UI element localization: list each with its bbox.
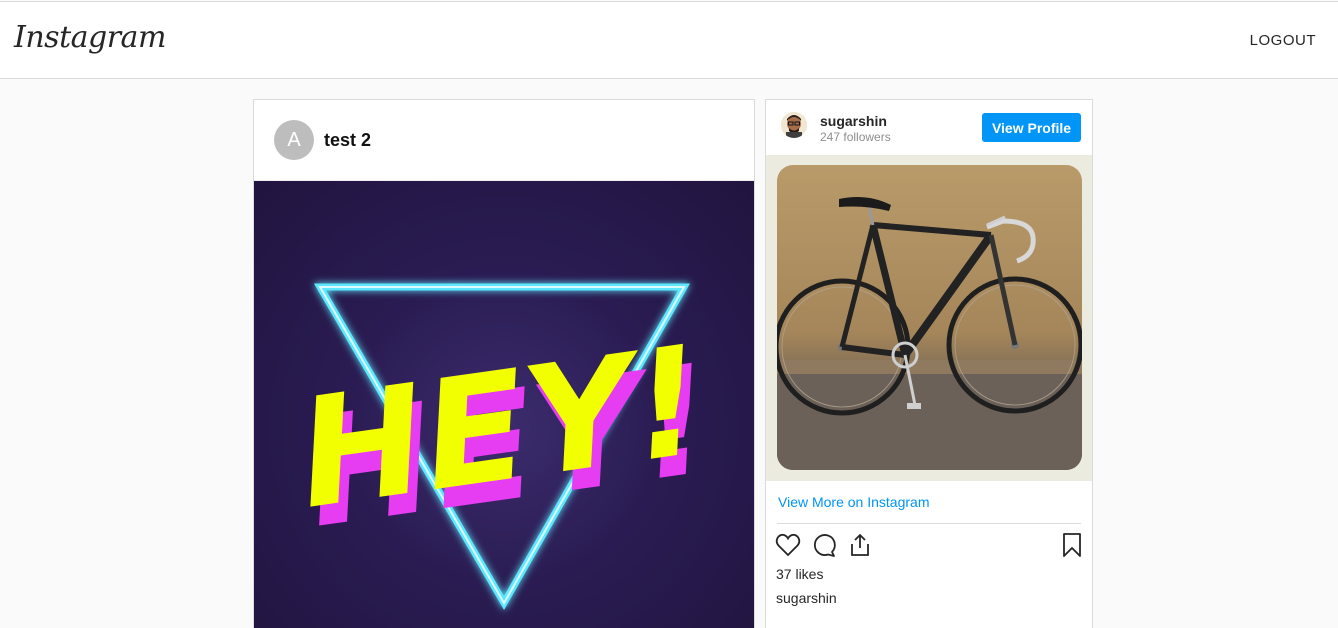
logout-link[interactable]: LOGOUT xyxy=(1250,32,1316,49)
instagram-embed: sugarshin 247 followers View Profile Vie… xyxy=(765,99,1093,628)
view-profile-button[interactable]: View Profile xyxy=(982,113,1081,142)
bookmark-icon[interactable] xyxy=(1059,532,1085,558)
divider xyxy=(777,523,1081,524)
avatar[interactable]: A xyxy=(274,120,314,160)
instagram-logo[interactable]: Instagram xyxy=(14,20,166,55)
like-count: 37 likes xyxy=(776,566,824,582)
comment-icon[interactable] xyxy=(811,532,837,558)
view-more-link[interactable]: View More on Instagram xyxy=(778,494,929,510)
post-username[interactable]: test 2 xyxy=(324,130,371,151)
embed-header: sugarshin 247 followers View Profile xyxy=(766,100,1092,155)
caption-username[interactable]: sugarshin xyxy=(776,590,837,606)
post-image[interactable]: HEY! HEY! xyxy=(254,181,754,628)
action-bar xyxy=(775,532,1083,560)
follower-count: 247 followers xyxy=(820,130,891,144)
embed-media[interactable] xyxy=(766,155,1092,481)
bicycle-icon xyxy=(777,197,1082,470)
share-icon[interactable] xyxy=(847,532,873,558)
heart-icon[interactable] xyxy=(775,532,801,558)
bicycle-photo xyxy=(777,165,1082,470)
post-card: A test 2 HEY! HEY! xyxy=(253,99,755,628)
avatar[interactable] xyxy=(781,112,807,138)
neon-hey-triangle-image: HEY! HEY! xyxy=(288,283,722,611)
post-header: A test 2 xyxy=(254,100,754,181)
embed-username[interactable]: sugarshin xyxy=(820,113,887,129)
top-navigation: Instagram LOGOUT xyxy=(0,1,1338,79)
profile-face-icon xyxy=(781,112,807,138)
